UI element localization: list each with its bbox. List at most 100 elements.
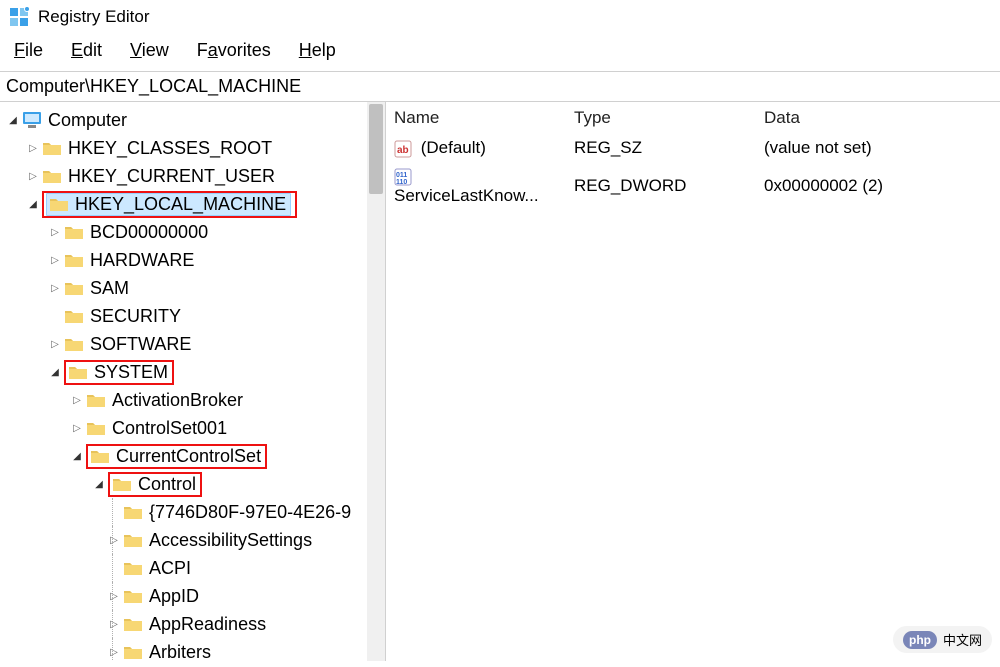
tree-node-sam[interactable]: SAM <box>4 274 385 302</box>
folder-icon <box>123 588 143 604</box>
tree-label: BCD00000000 <box>90 222 208 243</box>
folder-icon <box>64 336 84 352</box>
highlight-box: HKEY_LOCAL_MACHINE <box>42 191 297 218</box>
tree-node-acpi[interactable]: ACPI <box>4 554 385 582</box>
folder-icon <box>64 308 84 324</box>
expand-toggle-icon[interactable] <box>46 227 64 238</box>
tree-line <box>112 498 113 526</box>
tree-node-controlset001[interactable]: ControlSet001 <box>4 414 385 442</box>
menu-view[interactable]: View <box>130 40 169 61</box>
menu-edit[interactable]: Edit <box>71 40 102 61</box>
expand-toggle-icon[interactable] <box>46 339 64 350</box>
column-header-type[interactable]: Type <box>566 102 756 134</box>
scrollbar-thumb[interactable] <box>369 104 383 194</box>
expand-toggle-icon[interactable] <box>68 395 86 406</box>
value-type: REG_DWORD <box>566 174 756 198</box>
expand-toggle-icon[interactable] <box>105 591 123 602</box>
folder-icon <box>68 364 88 380</box>
tree-node-hklm[interactable]: HKEY_LOCAL_MACHINE <box>4 190 385 218</box>
highlight-box: SYSTEM <box>64 360 174 385</box>
titlebar: Registry Editor <box>0 0 1000 34</box>
expand-toggle-icon[interactable] <box>105 647 123 658</box>
folder-icon <box>123 616 143 632</box>
watermark-text: 中文网 <box>943 630 982 649</box>
tree-node-arbiters[interactable]: Arbiters <box>4 638 385 661</box>
address-bar[interactable]: Computer\HKEY_LOCAL_MACHINE <box>0 71 1000 102</box>
expand-toggle-icon[interactable] <box>46 283 64 294</box>
tree-node-currentcontrolset[interactable]: CurrentControlSet <box>4 442 385 470</box>
tree-node-software[interactable]: SOFTWARE <box>4 330 385 358</box>
expand-toggle-icon[interactable] <box>105 619 123 630</box>
list-item[interactable]: 011110 ServiceLastKnow... REG_DWORD 0x00… <box>386 162 1000 210</box>
main-content: Computer HKEY_CLASSES_ROOT HKEY_CURRENT_… <box>0 102 1000 661</box>
folder-icon <box>123 532 143 548</box>
tree-node-guid[interactable]: {7746D80F-97E0-4E26-9 <box>4 498 385 526</box>
folder-icon <box>42 168 62 184</box>
folder-icon <box>64 224 84 240</box>
tree-label: SECURITY <box>90 306 181 327</box>
tree-label: SYSTEM <box>94 362 168 383</box>
tree-node-bcd[interactable]: BCD00000000 <box>4 218 385 246</box>
tree-label: SAM <box>90 278 129 299</box>
tree-line <box>112 554 113 582</box>
tree-label: SOFTWARE <box>90 334 191 355</box>
string-value-icon: ab <box>394 140 412 158</box>
tree-node-system[interactable]: SYSTEM <box>4 358 385 386</box>
expand-toggle-icon[interactable] <box>24 199 42 210</box>
folder-icon <box>123 644 143 660</box>
svg-text:ab: ab <box>397 145 409 156</box>
expand-toggle-icon[interactable] <box>46 367 64 378</box>
svg-text:110: 110 <box>396 179 407 186</box>
highlight-box: CurrentControlSet <box>86 444 267 469</box>
column-header-data[interactable]: Data <box>756 102 1000 134</box>
tree-label: AppID <box>149 586 199 607</box>
expand-toggle-icon[interactable] <box>105 535 123 546</box>
watermark: php 中文网 <box>893 626 992 653</box>
expand-toggle-icon[interactable] <box>68 451 86 462</box>
folder-icon <box>90 448 110 464</box>
expand-toggle-icon[interactable] <box>90 479 108 490</box>
tree-node-hkcu[interactable]: HKEY_CURRENT_USER <box>4 162 385 190</box>
tree-node-accessibility[interactable]: AccessibilitySettings <box>4 526 385 554</box>
tree-node-activationbroker[interactable]: ActivationBroker <box>4 386 385 414</box>
tree-label: Control <box>138 474 196 495</box>
list-rows: ab (Default) REG_SZ (value not set) 0111… <box>386 134 1000 210</box>
tree-label: CurrentControlSet <box>116 446 261 467</box>
menu-favorites[interactable]: Favorites <box>197 40 271 61</box>
computer-icon <box>22 111 42 129</box>
tree-node-security[interactable]: SECURITY <box>4 302 385 330</box>
list-item[interactable]: ab (Default) REG_SZ (value not set) <box>386 134 1000 162</box>
binary-value-icon: 011110 <box>394 168 412 186</box>
folder-icon <box>64 252 84 268</box>
tree-node-hardware[interactable]: HARDWARE <box>4 246 385 274</box>
column-header-name[interactable]: Name <box>386 102 566 134</box>
folder-icon <box>49 196 69 212</box>
tree-label: {7746D80F-97E0-4E26-9 <box>149 502 351 523</box>
registry-tree[interactable]: Computer HKEY_CLASSES_ROOT HKEY_CURRENT_… <box>0 102 385 661</box>
tree-node-computer[interactable]: Computer <box>4 106 385 134</box>
tree-label: AppReadiness <box>149 614 266 635</box>
value-name: (Default) <box>421 138 486 157</box>
svg-text:011: 011 <box>396 172 407 179</box>
tree-node-appreadiness[interactable]: AppReadiness <box>4 610 385 638</box>
folder-icon <box>86 420 106 436</box>
folder-icon <box>112 476 132 492</box>
folder-icon <box>42 140 62 156</box>
tree-node-control[interactable]: Control <box>4 470 385 498</box>
folder-icon <box>123 560 143 576</box>
menu-file[interactable]: File <box>14 40 43 61</box>
expand-toggle-icon[interactable] <box>24 171 42 182</box>
expand-toggle-icon[interactable] <box>46 255 64 266</box>
value-type: REG_SZ <box>566 136 756 160</box>
expand-toggle-icon[interactable] <box>4 115 22 126</box>
tree-label: AccessibilitySettings <box>149 530 312 551</box>
tree-label: Arbiters <box>149 642 211 662</box>
expand-toggle-icon[interactable] <box>68 423 86 434</box>
expand-toggle-icon[interactable] <box>24 143 42 154</box>
tree-node-hkcr[interactable]: HKEY_CLASSES_ROOT <box>4 134 385 162</box>
menu-help[interactable]: Help <box>299 40 336 61</box>
tree-node-appid[interactable]: AppID <box>4 582 385 610</box>
tree-label: Computer <box>48 110 127 131</box>
scrollbar[interactable] <box>367 102 385 661</box>
folder-icon <box>123 504 143 520</box>
